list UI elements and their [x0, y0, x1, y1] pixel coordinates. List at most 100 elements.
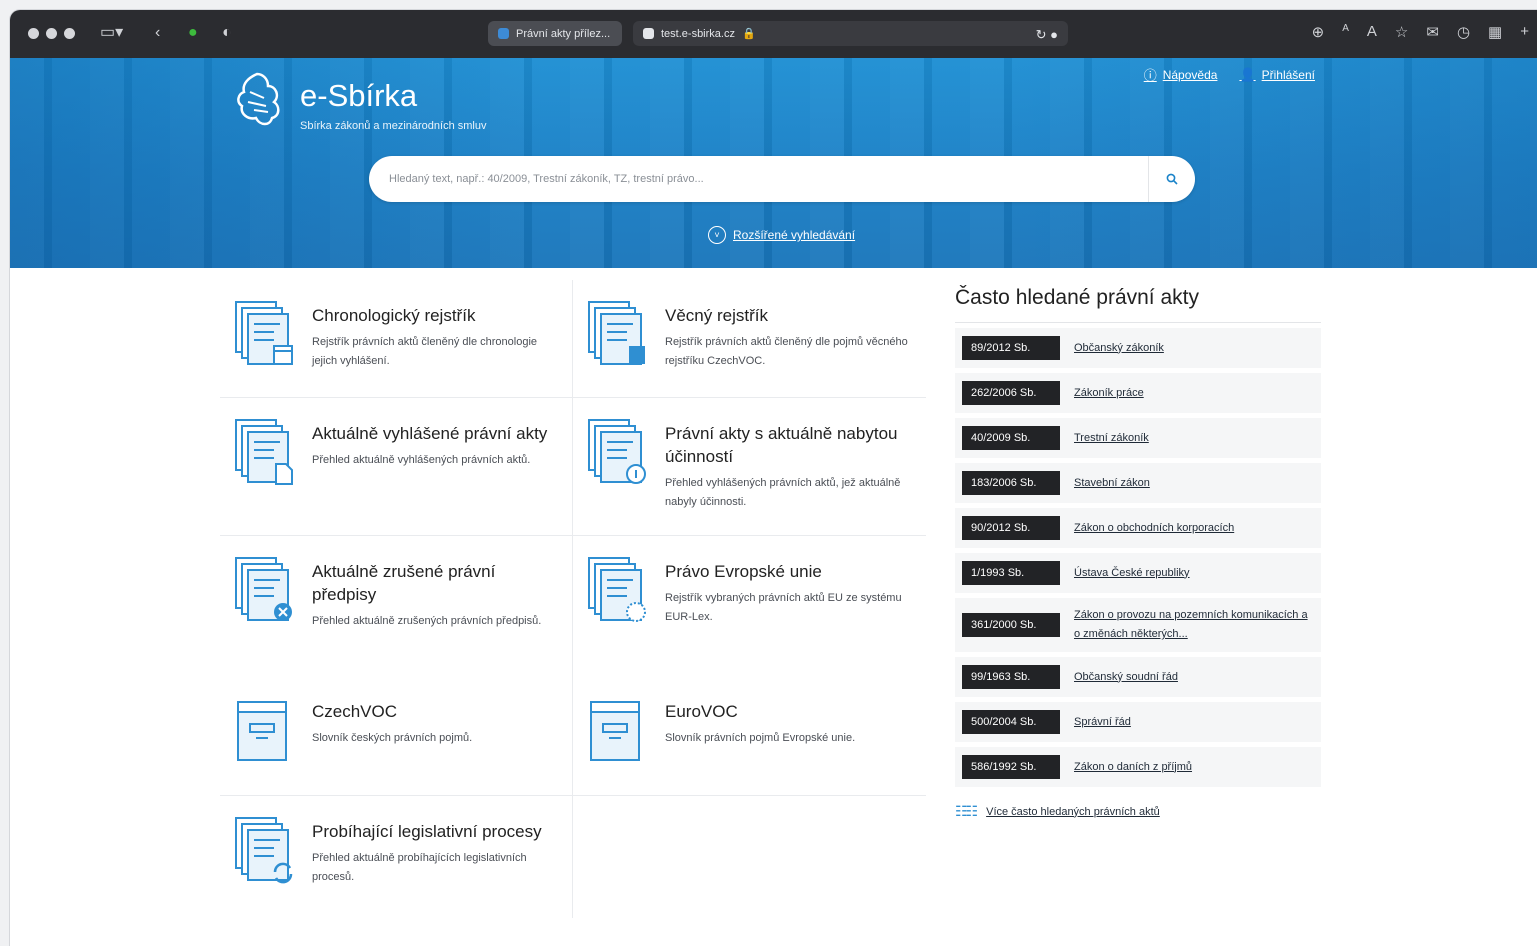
act-number-badge: 183/2006 Sb.: [962, 471, 1060, 495]
tab-title: Právní akty přílez...: [516, 27, 611, 40]
act-number-badge: 99/1963 Sb.: [962, 665, 1060, 689]
search-icon: [1166, 173, 1178, 185]
chevron-down-icon: ˅: [708, 226, 726, 244]
url-text: test.e-sbirka.cz: [661, 27, 735, 40]
address-bar[interactable]: test.e-sbirka.cz 🔒 ↻ ●: [633, 21, 1068, 46]
section-grid: Chronologický rejstřík Rejstřík právních…: [220, 280, 926, 918]
list-item[interactable]: 40/2009 Sb. Trestní zákoník: [955, 418, 1321, 458]
page-favicon-icon: [643, 28, 654, 39]
section-card[interactable]: Právní akty s aktuálně nabytou účinností…: [573, 398, 926, 536]
list-item[interactable]: 262/2006 Sb. Zákoník práce: [955, 373, 1321, 413]
act-link[interactable]: Zákon o provozu na pozemních komunikacíc…: [1074, 606, 1314, 644]
mail-icon[interactable]: ✉: [1426, 23, 1439, 41]
new-document-icon: [235, 419, 293, 485]
eu-document-icon: [588, 557, 646, 622]
section-card[interactable]: Probíhající legislativní procesy Přehled…: [220, 796, 573, 918]
section-card[interactable]: Právo Evropské unie Rejstřík vybraných p…: [573, 536, 926, 676]
empty-cell: [573, 796, 926, 918]
list-item[interactable]: 90/2012 Sb. Zákon o obchodních korporacíc…: [955, 508, 1321, 548]
act-link[interactable]: Zákoník práce: [1074, 384, 1144, 403]
new-tab-icon[interactable]: +: [1520, 23, 1529, 41]
list-item[interactable]: 586/1992 Sb. Zákon o daních z příjmů: [955, 747, 1321, 787]
subject-register-icon: [588, 301, 645, 365]
search-input[interactable]: [369, 156, 1148, 202]
advanced-search-link[interactable]: ˅ Rozšířené vyhledávání: [708, 226, 855, 244]
section-desc: Slovník právních pojmů Evropské unie.: [665, 732, 856, 744]
font-large-icon[interactable]: A: [1367, 23, 1377, 41]
process-document-icon: [235, 817, 293, 884]
browser-toolbar: ▭▾ ‹ ● ◐ Právní akty přílez... test.e-sb…: [10, 10, 1537, 58]
list-item[interactable]: 99/1963 Sb. Občanský soudní řád: [955, 657, 1321, 697]
bookmark-icon[interactable]: ☆: [1395, 23, 1408, 41]
site-subtitle: Sbírka zákonů a mezinárodních smluv: [300, 120, 487, 132]
section-card[interactable]: CzechVOC Slovník českých právních pojmů.: [220, 676, 573, 796]
history-icon[interactable]: ◷: [1457, 23, 1470, 41]
act-link[interactable]: Správní řád: [1074, 713, 1131, 732]
section-desc: Přehled aktuálně zrušených právních před…: [312, 615, 542, 627]
search-box: [369, 156, 1195, 202]
top-links: ⓘ Nápověda 👤 Přihlášení: [1144, 65, 1315, 84]
extension-icon[interactable]: ●: [188, 23, 198, 43]
act-number-badge: 89/2012 Sb.: [962, 336, 1060, 360]
download-icon[interactable]: ⊕: [1312, 23, 1325, 41]
browser-tab[interactable]: Právní akty přílez...: [488, 21, 622, 46]
repealed-document-icon: [235, 557, 292, 621]
site-title: e-Sbírka: [300, 78, 418, 113]
back-icon[interactable]: ‹: [155, 23, 160, 43]
act-link[interactable]: Občanský soudní řád: [1074, 668, 1178, 687]
help-link[interactable]: ⓘ Nápověda: [1144, 65, 1218, 84]
act-number-badge: 40/2009 Sb.: [962, 426, 1060, 450]
lock-icon: 🔒: [741, 28, 756, 40]
section-title: Věcný rejstřík: [665, 306, 768, 325]
act-link[interactable]: Ústava České republiky: [1074, 564, 1190, 583]
more-frequent-link[interactable]: ☷☷ Více často hledaných právních aktů: [955, 803, 1321, 820]
section-title: Probíhající legislativní procesy: [312, 822, 542, 841]
window-controls[interactable]: [28, 28, 75, 39]
reload-icon[interactable]: ↻ ●: [1036, 27, 1058, 43]
act-link[interactable]: Trestní zákoník: [1074, 429, 1149, 448]
list-item[interactable]: 500/2004 Sb. Správní řád: [955, 702, 1321, 742]
section-card[interactable]: EuroVOC Slovník právních pojmů Evropské …: [573, 676, 926, 796]
dictionary-icon: [590, 701, 640, 761]
hero-header: e-Sbírka Sbírka zákonů a mezinárodních s…: [10, 58, 1537, 268]
more-frequent-label: Více často hledaných právních aktů: [986, 805, 1160, 818]
section-title: EuroVOC: [665, 702, 738, 721]
frequent-acts-list: 89/2012 Sb. Občanský zákoník 262/2006 Sb.…: [955, 328, 1321, 787]
dictionary-icon: [237, 701, 287, 761]
login-link[interactable]: 👤 Přihlášení: [1239, 65, 1315, 84]
frequent-acts-title: Často hledané právní akty: [955, 286, 1321, 323]
font-small-icon[interactable]: A: [1342, 23, 1349, 41]
grid-icon[interactable]: ▦: [1488, 23, 1502, 41]
section-card[interactable]: Věcný rejstřík Rejstřík právních aktů čl…: [573, 280, 926, 398]
act-link[interactable]: Zákon o obchodních korporacích: [1074, 519, 1234, 538]
list-item[interactable]: 361/2000 Sb. Zákon o provozu na pozemních…: [955, 598, 1321, 652]
act-link[interactable]: Občanský zákoník: [1074, 339, 1164, 358]
section-title: Aktuálně zrušené právní předpisy: [312, 562, 496, 604]
act-number-badge: 500/2004 Sb.: [962, 710, 1060, 734]
search-button[interactable]: [1148, 156, 1195, 202]
act-link[interactable]: Stavební zákon: [1074, 474, 1150, 493]
list-item[interactable]: 1/1993 Sb. Ústava České republiky: [955, 553, 1321, 593]
advanced-search-label: Rozšířené vyhledávání: [733, 228, 856, 242]
effective-document-icon: [588, 419, 646, 484]
section-title: CzechVOC: [312, 702, 398, 721]
logo[interactable]: e-Sbírka Sbírka zákonů a mezinárodních s…: [230, 70, 486, 132]
help-icon: ⓘ: [1143, 68, 1157, 83]
section-card[interactable]: Aktuálně vyhlášené právní akty Přehled a…: [220, 398, 573, 536]
act-number-badge: 361/2000 Sb.: [962, 613, 1060, 637]
login-label: Přihlášení: [1261, 67, 1315, 82]
act-link[interactable]: Zákon o daních z příjmů: [1074, 758, 1192, 777]
act-number-badge: 90/2012 Sb.: [962, 516, 1060, 540]
section-desc: Přehled vyhlášených právních aktů, jež a…: [665, 477, 901, 508]
act-number-badge: 586/1992 Sb.: [962, 755, 1060, 779]
sidebar-toggle-icon[interactable]: ▭▾: [100, 23, 123, 43]
help-label: Nápověda: [1162, 67, 1218, 82]
list-item[interactable]: 183/2006 Sb. Stavební zákon: [955, 463, 1321, 503]
section-card[interactable]: Chronologický rejstřík Rejstřík právních…: [220, 280, 573, 398]
section-desc: Slovník českých právních pojmů.: [312, 732, 473, 744]
list-item[interactable]: 89/2012 Sb. Občanský zákoník: [955, 328, 1321, 368]
section-title: Aktuálně vyhlášené právní akty: [312, 424, 548, 443]
toolbar-actions: ⊕ A A ☆ ✉ ◷ ▦ +: [1312, 23, 1537, 41]
section-card[interactable]: Aktuálně zrušené právní předpisy Přehled…: [220, 536, 573, 676]
privacy-icon[interactable]: ◐: [222, 23, 232, 43]
